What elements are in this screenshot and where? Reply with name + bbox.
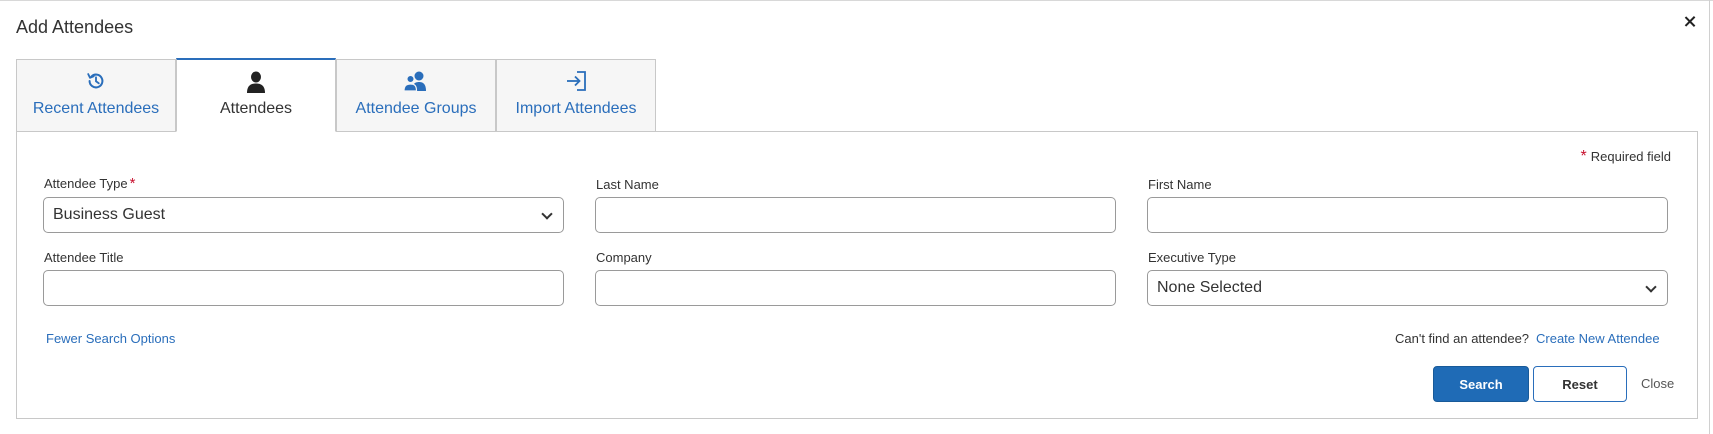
tab-attendees[interactable]: Attendees (176, 58, 336, 132)
required-star: * (1580, 148, 1587, 165)
right-border (1709, 0, 1710, 434)
tab-label: Attendee Groups (355, 100, 477, 117)
tab-label: Attendees (219, 100, 293, 117)
required-star: * (129, 175, 136, 192)
executive-type-select[interactable]: None Selected (1147, 270, 1668, 306)
tab-recent-attendees[interactable]: Recent Attendees (16, 59, 176, 132)
dialog-title: Add Attendees (16, 17, 134, 37)
executive-type-value: None Selected (1157, 279, 1262, 296)
history-icon (17, 70, 175, 94)
attendee-title-label: Attendee Title (44, 250, 124, 265)
search-button[interactable]: Search (1433, 366, 1529, 402)
reset-button[interactable]: Reset (1533, 366, 1627, 402)
attendee-type-select[interactable]: Business Guest (43, 197, 564, 233)
first-name-input[interactable] (1147, 197, 1668, 233)
last-name-label: Last Name (596, 177, 659, 192)
close-icon[interactable] (1680, 12, 1700, 32)
fewer-search-options-link[interactable]: Fewer Search Options (46, 331, 175, 346)
person-icon (177, 70, 335, 94)
attendee-type-label-text: Attendee Type (44, 176, 128, 191)
attendee-type-value: Business Guest (53, 206, 166, 223)
tab-label: Recent Attendees (32, 100, 160, 117)
attendee-type-label: Attendee Type * (44, 175, 135, 192)
first-name-label: First Name (1148, 177, 1212, 192)
last-name-input[interactable] (595, 197, 1116, 233)
company-label: Company (596, 250, 652, 265)
import-icon (497, 70, 655, 94)
create-new-attendee-link[interactable]: Create New Attendee (1536, 331, 1660, 346)
top-border (0, 0, 1713, 1)
add-attendees-dialog: Add Attendees Recent Attendees Attendees (0, 0, 1713, 434)
tab-import-attendees[interactable]: Import Attendees (496, 59, 656, 132)
search-panel: * Required field Attendee Type * Business … (16, 131, 1698, 419)
required-field-text: Required field (1590, 149, 1671, 164)
chevron-down-icon (1645, 281, 1657, 293)
executive-type-label: Executive Type (1148, 250, 1236, 265)
attendee-title-input[interactable] (43, 270, 564, 306)
tab-attendee-groups[interactable]: Attendee Groups (336, 59, 496, 132)
cant-find-text: Can't find an attendee? (1395, 331, 1530, 346)
chevron-down-icon (541, 208, 553, 220)
group-icon (337, 70, 495, 94)
tab-label: Import Attendees (515, 100, 637, 117)
close-button[interactable]: Close (1641, 376, 1674, 391)
company-input[interactable] (595, 270, 1116, 306)
required-field-note: * Required field (1581, 148, 1671, 166)
